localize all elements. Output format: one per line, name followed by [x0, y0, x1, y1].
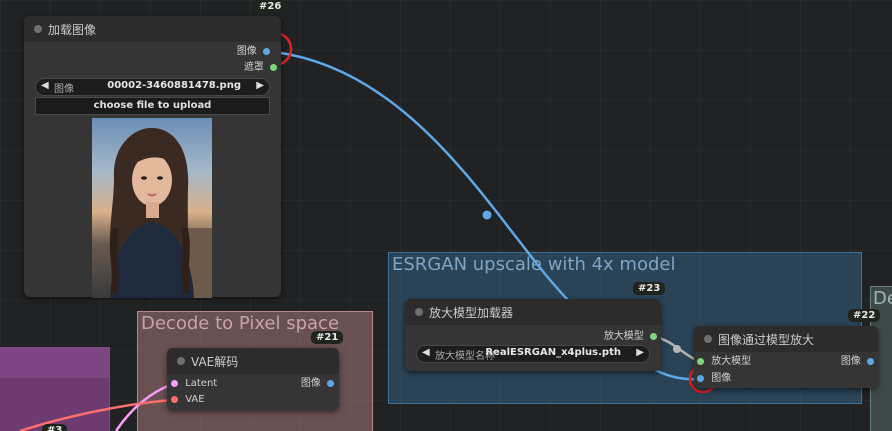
slot-label: 遮罩 — [243, 62, 264, 73]
combo-left-arrow-icon[interactable]: ◀ — [422, 347, 430, 358]
portrait-drawing — [109, 127, 212, 298]
slot-dot-red[interactable] — [171, 395, 178, 403]
node-id-badge: #21 — [311, 331, 344, 344]
image-preview — [92, 118, 212, 298]
node-title: VAE解码 — [191, 355, 239, 369]
node-header[interactable]: 图像通过模型放大 — [694, 326, 878, 352]
slot-label: 图像 — [300, 378, 321, 389]
wire-reroute-dot[interactable] — [482, 210, 492, 220]
slot-label: 图像 — [840, 356, 861, 367]
output-image-slot[interactable]: 图像 — [841, 356, 874, 368]
node-header[interactable]: VAE解码 — [167, 348, 339, 374]
combo-left-arrow-icon[interactable]: ◀ — [41, 80, 49, 91]
combo-value: 00002-3460881478.png — [107, 80, 241, 91]
upscale-model-loader-node[interactable]: 放大模型加载器 放大模型 ◀ 放大模型名称 RealESRGAN_x4plus.… — [405, 299, 661, 371]
node-id-badge: #23 — [633, 282, 666, 295]
image-combo[interactable]: ◀ 图像 00002-3460881478.png ▶ — [35, 78, 270, 96]
output-image-slot[interactable]: 图像 — [237, 46, 270, 58]
input-image-slot[interactable]: 图像 — [697, 373, 731, 385]
collapse-dot[interactable] — [34, 25, 42, 33]
node-id-badge: #3 — [42, 424, 68, 431]
collapse-dot[interactable] — [177, 357, 185, 365]
node-id-badge: #26 — [254, 0, 287, 13]
image-wire[interactable] — [273, 50, 569, 301]
input-latent-slot[interactable]: Latent — [171, 378, 217, 390]
combo-label: 图像 — [54, 84, 74, 95]
node-canvas[interactable]: ESRGAN upscale with 4x model Decode to P… — [0, 0, 892, 431]
node-title: 加载图像 — [48, 23, 97, 37]
input-upscale-model-slot[interactable]: 放大模型 — [697, 356, 751, 368]
slot-dot-green[interactable] — [270, 63, 277, 71]
vae-decode-node[interactable]: VAE解码 Latent VAE 图像 — [167, 348, 339, 410]
slot-dot-pink[interactable] — [171, 379, 178, 387]
node-id-badge: #22 — [848, 309, 881, 322]
slot-dot-green[interactable] — [697, 357, 704, 365]
collapse-dot[interactable] — [415, 308, 423, 316]
collapse-dot[interactable] — [704, 335, 712, 343]
slot-label: 放大模型 — [711, 356, 752, 367]
node-title: 放大模型加载器 — [429, 306, 514, 320]
combo-right-arrow-icon[interactable]: ▶ — [636, 347, 644, 358]
slot-label: 图像 — [236, 46, 257, 57]
slot-label: VAE — [185, 394, 205, 405]
image-upscale-node[interactable]: 图像通过模型放大 放大模型 图像 图像 — [694, 326, 878, 388]
slot-dot-green[interactable] — [650, 332, 657, 340]
node-header[interactable]: 放大模型加载器 — [405, 299, 661, 325]
output-upscale-model-slot[interactable]: 放大模型 — [604, 331, 657, 343]
input-vae-slot[interactable]: VAE — [171, 394, 205, 406]
output-image-slot[interactable]: 图像 — [301, 378, 334, 390]
slot-label: 放大模型 — [603, 331, 644, 342]
model-name-combo[interactable]: ◀ 放大模型名称 RealESRGAN_x4plus.pth ▶ — [416, 345, 650, 363]
wire-reroute-dot[interactable] — [673, 345, 681, 353]
load-image-node[interactable]: 加载图像 图像 遮罩 ◀ 图像 00002-3460881478.png ▶ c… — [24, 16, 281, 298]
slot-label: Latent — [185, 378, 218, 389]
upload-button[interactable]: choose file to upload — [35, 97, 270, 115]
slot-label: 图像 — [711, 373, 732, 384]
output-mask-slot[interactable]: 遮罩 — [244, 62, 277, 74]
combo-value: RealESRGAN_x4plus.pth — [485, 347, 621, 358]
slot-dot-blue[interactable] — [263, 47, 270, 55]
slot-dot-blue[interactable] — [327, 379, 334, 387]
slot-dot-blue[interactable] — [697, 374, 704, 382]
latent-wire[interactable] — [114, 382, 174, 431]
node-title: 图像通过模型放大 — [718, 333, 815, 347]
node-header[interactable]: 加载图像 — [24, 16, 281, 42]
combo-right-arrow-icon[interactable]: ▶ — [256, 80, 264, 91]
slot-dot-blue[interactable] — [867, 357, 874, 365]
